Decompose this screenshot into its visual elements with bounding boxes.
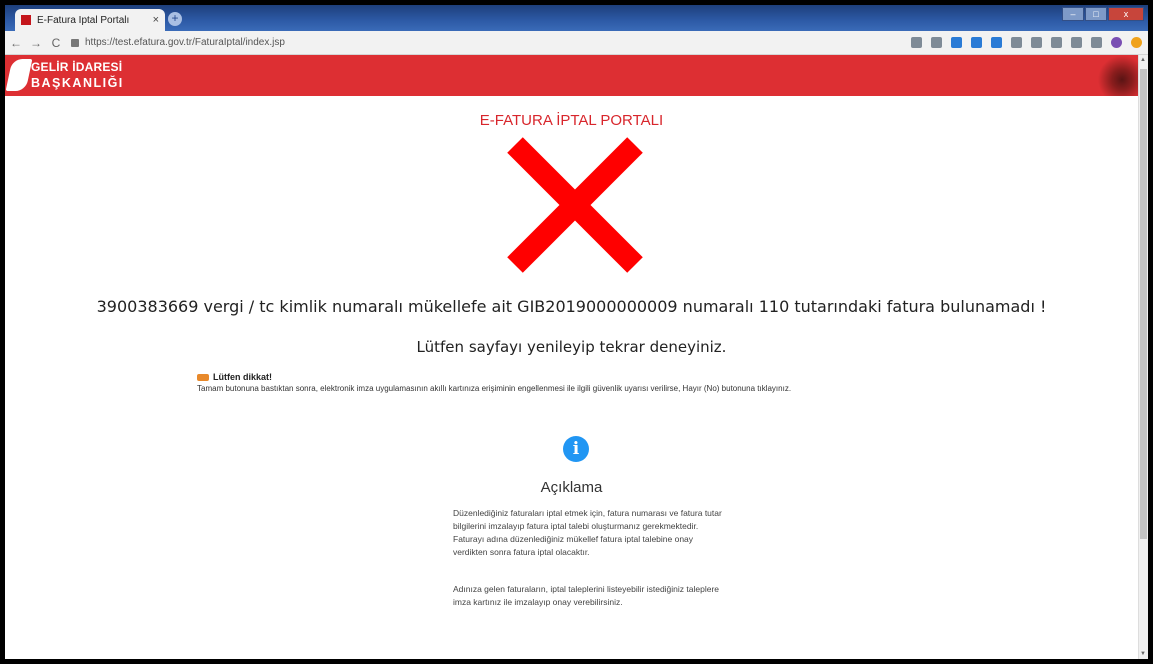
warning-title-text: Lütfen dikkat!: [213, 372, 273, 382]
x-icon: [507, 137, 643, 273]
site-header: GELİR İDARESİ BAŞKANLIĞI: [5, 55, 1138, 96]
maximize-button[interactable]: □: [1085, 7, 1107, 21]
error-message: 3900383669 vergi / tc kimlik numaralı mü…: [96, 297, 1047, 316]
tab-close-button[interactable]: ×: [153, 14, 159, 26]
scroll-down-arrow-icon[interactable]: ▼: [1140, 651, 1146, 657]
extension-icon[interactable]: [991, 37, 1002, 48]
key-icon[interactable]: [911, 37, 922, 48]
logo-text-line2: BAŞKANLIĞI: [31, 76, 124, 90]
extension-icon[interactable]: [1091, 37, 1102, 48]
browser-tab[interactable]: E-Fatura İptal Portalı ×: [15, 9, 165, 31]
extension-icon[interactable]: [951, 37, 962, 48]
logo-text-line1: GELİR İDARESİ: [31, 60, 123, 74]
explanation-paragraph: Adınıza gelen faturaların, iptal taleple…: [453, 584, 720, 607]
url-field[interactable]: https://test.efatura.gov.tr/FaturaIptal/…: [85, 37, 902, 48]
warning-text: Tamam butonuna bastıktan sonra, elektron…: [197, 384, 792, 393]
close-window-button[interactable]: x: [1108, 7, 1144, 21]
tab-title: E-Fatura İptal Portalı: [37, 14, 130, 26]
minimize-button[interactable]: –: [1062, 7, 1084, 21]
favicon-icon: [21, 15, 31, 25]
retry-message: Lütfen sayfayı yenileyip tekrar deneyini…: [416, 338, 727, 356]
extension-icon[interactable]: [1031, 37, 1042, 48]
lock-icon: [71, 38, 79, 47]
header-figure-image: [1098, 55, 1138, 96]
scrollbar[interactable]: ▲ ▼: [1138, 55, 1148, 659]
profile-avatar[interactable]: [1111, 37, 1122, 48]
gib-logo-icon: [5, 59, 33, 91]
explanation-paragraph: Düzenlediğiniz faturaları iptal etmek iç…: [453, 508, 722, 557]
info-icon: i: [563, 436, 589, 462]
explanation-title: Açıklama: [540, 479, 603, 496]
warning-title: Lütfen dikkat!: [197, 372, 272, 382]
scrollbar-thumb[interactable]: [1140, 69, 1147, 539]
scroll-up-arrow-icon[interactable]: ▲: [1140, 57, 1146, 63]
star-icon[interactable]: [931, 37, 942, 48]
reload-button[interactable]: C: [47, 36, 65, 50]
extension-icon[interactable]: [1011, 37, 1022, 48]
back-button[interactable]: ←: [7, 36, 25, 50]
forward-button[interactable]: →: [27, 36, 45, 50]
extension-icon[interactable]: [1131, 37, 1142, 48]
extension-icon[interactable]: [1071, 37, 1082, 48]
extension-icon[interactable]: [971, 37, 982, 48]
window-controls: – □ x: [1061, 7, 1144, 21]
browser-window: E-Fatura İptal Portalı × + – □ x ← → C h…: [5, 5, 1148, 659]
title-bar: E-Fatura İptal Portalı × + – □ x: [5, 5, 1148, 31]
extensions-toolbar: [902, 37, 1148, 48]
address-bar: ← → C https://test.efatura.gov.tr/Fatura…: [5, 31, 1148, 55]
extension-icon[interactable]: [1051, 37, 1062, 48]
pointing-hand-icon: [197, 373, 209, 381]
page-title: E-FATURA İPTAL PORTALI: [479, 112, 664, 129]
new-tab-button[interactable]: +: [168, 12, 182, 26]
